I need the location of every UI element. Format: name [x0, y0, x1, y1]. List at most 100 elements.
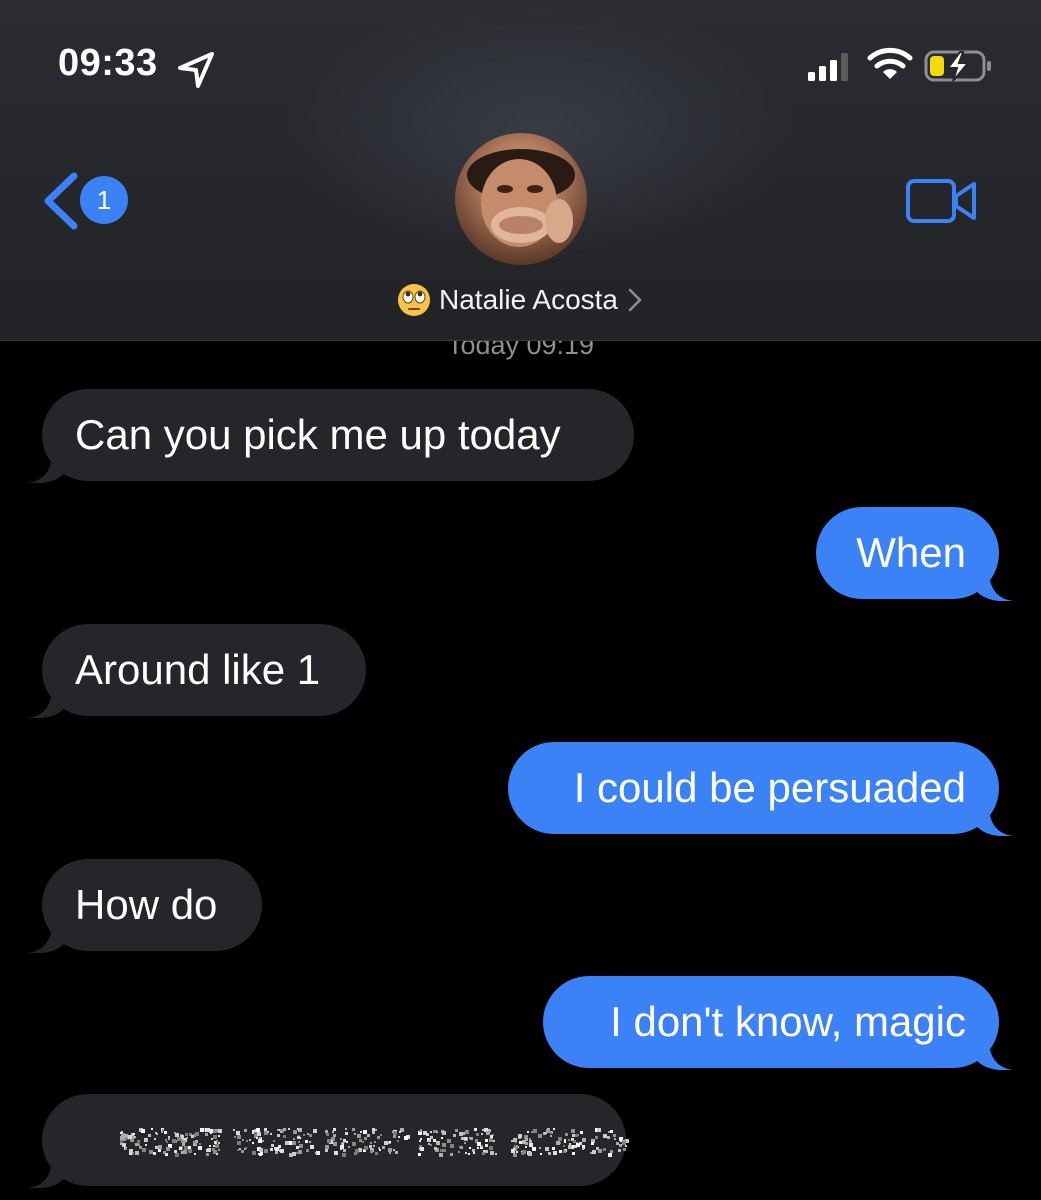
message-bubble-incoming[interactable]	[28, 1094, 629, 1188]
redaction-pixel	[210, 1132, 212, 1134]
redaction-pixel	[529, 1140, 532, 1143]
redaction-pixel	[490, 1135, 493, 1138]
redaction-pixel	[465, 1130, 469, 1134]
redaction-pixel	[469, 1147, 471, 1149]
redaction-pixel	[345, 1132, 348, 1135]
redaction-pixel	[166, 1141, 168, 1143]
redaction-pixel	[309, 1134, 312, 1137]
redaction-pixel	[355, 1149, 359, 1153]
redaction-pixel	[419, 1148, 421, 1150]
redaction-pixel	[154, 1138, 156, 1140]
redaction-pixel	[597, 1128, 601, 1132]
redaction-pixel	[548, 1152, 551, 1155]
redaction-pixel	[288, 1128, 290, 1130]
redaction-pixel	[129, 1149, 133, 1153]
redaction-pixel	[550, 1135, 552, 1137]
redaction-pixel	[490, 1151, 494, 1155]
message-text: When	[856, 529, 966, 576]
redaction-pixel	[489, 1146, 493, 1150]
redaction-pixel	[213, 1135, 217, 1139]
redaction-pixel	[576, 1143, 580, 1147]
redaction-pixel	[481, 1145, 483, 1147]
redaction-pixel	[275, 1151, 278, 1154]
redaction-pixel	[388, 1148, 392, 1152]
redaction-pixel	[620, 1140, 622, 1142]
redaction-pixel	[513, 1148, 515, 1150]
message-bubble-incoming[interactable]: Around like 1	[28, 624, 366, 718]
redaction-pixel	[303, 1134, 305, 1136]
redaction-pixel	[185, 1133, 188, 1136]
redaction-pixel	[292, 1141, 296, 1145]
redaction-pixel	[218, 1142, 220, 1144]
redaction-pixel	[244, 1129, 247, 1132]
redaction-pixel	[568, 1139, 570, 1141]
redaction-pixel	[572, 1134, 575, 1137]
contact-details-button[interactable]: Natalie Acosta	[0, 278, 1041, 322]
contact-avatar[interactable]	[455, 133, 587, 265]
redaction-pixel	[298, 1141, 300, 1143]
redaction-pixel	[348, 1146, 350, 1148]
redaction-pixel	[277, 1129, 279, 1131]
redaction-pixel	[174, 1150, 177, 1153]
redaction-pixel	[608, 1131, 610, 1133]
redaction-pixel	[183, 1140, 186, 1143]
redaction-pixel	[310, 1145, 314, 1149]
redaction-pixel	[575, 1134, 578, 1137]
redaction-pixel	[546, 1129, 550, 1133]
message-bubble-outgoing[interactable]: When	[816, 507, 1013, 601]
redaction-pixel	[370, 1150, 373, 1153]
redaction-pixel	[352, 1128, 355, 1131]
facetime-video-icon[interactable]	[904, 176, 980, 226]
message-bubble-outgoing[interactable]: I could be persuaded	[508, 742, 1013, 836]
redaction-pixel	[441, 1137, 443, 1139]
redaction-pixel	[419, 1130, 421, 1132]
redaction-pixel	[325, 1145, 329, 1149]
redaction-pixel	[182, 1143, 185, 1146]
redaction-pixel	[148, 1134, 151, 1137]
redaction-pixel	[568, 1145, 572, 1149]
redaction-pixel	[559, 1150, 562, 1153]
redaction-pixel	[434, 1147, 437, 1150]
redaction-pixel	[206, 1128, 210, 1132]
redaction-pixel	[373, 1145, 375, 1147]
redaction-pixel	[485, 1139, 488, 1142]
redaction-pixel	[357, 1134, 361, 1138]
bubble-tail	[973, 810, 1013, 836]
redaction-pixel	[195, 1132, 199, 1136]
redaction-pixel	[382, 1146, 385, 1149]
message-bubble-incoming[interactable]: Can you pick me up today	[28, 389, 634, 483]
redaction-pixel	[539, 1147, 541, 1149]
eye-roll-emoji-icon	[398, 284, 430, 316]
redaction-pixel	[218, 1129, 222, 1133]
redaction-pixel	[380, 1134, 382, 1136]
back-button[interactable]: 1	[40, 168, 140, 232]
redaction-pixel	[476, 1133, 479, 1136]
redaction-pixel	[397, 1140, 399, 1142]
redaction-pixel	[455, 1129, 458, 1132]
message-bubble-outgoing[interactable]: I don't know, magic	[543, 976, 1013, 1070]
redaction-pixel	[603, 1134, 607, 1138]
redaction-pixel	[164, 1131, 167, 1134]
bubble-tail	[973, 1044, 1013, 1070]
redaction-pixel	[481, 1133, 483, 1135]
cellular-signal-icon	[808, 53, 848, 81]
redaction-pixel	[138, 1144, 140, 1146]
redaction-pixel	[139, 1146, 142, 1149]
redaction-pixel	[590, 1152, 592, 1154]
message-bubble-incoming[interactable]: How do	[28, 859, 262, 953]
bubble-tail	[28, 1162, 68, 1188]
redaction-pixel	[461, 1137, 464, 1140]
redaction-pixel	[515, 1141, 517, 1143]
redaction-pixel	[375, 1152, 378, 1155]
redaction-pixel	[257, 1132, 261, 1136]
redaction-pixel	[525, 1146, 527, 1148]
redaction-pixel	[453, 1134, 456, 1137]
redaction-pixel	[460, 1146, 463, 1149]
redaction-pixel	[237, 1149, 239, 1151]
redaction-pixel	[120, 1136, 124, 1140]
message-text: I don't know, magic	[610, 998, 966, 1045]
redaction-pixel	[333, 1142, 337, 1146]
message-text: I could be persuaded	[573, 764, 966, 811]
redaction-pixel	[369, 1145, 372, 1148]
chevron-left-icon	[44, 172, 78, 230]
